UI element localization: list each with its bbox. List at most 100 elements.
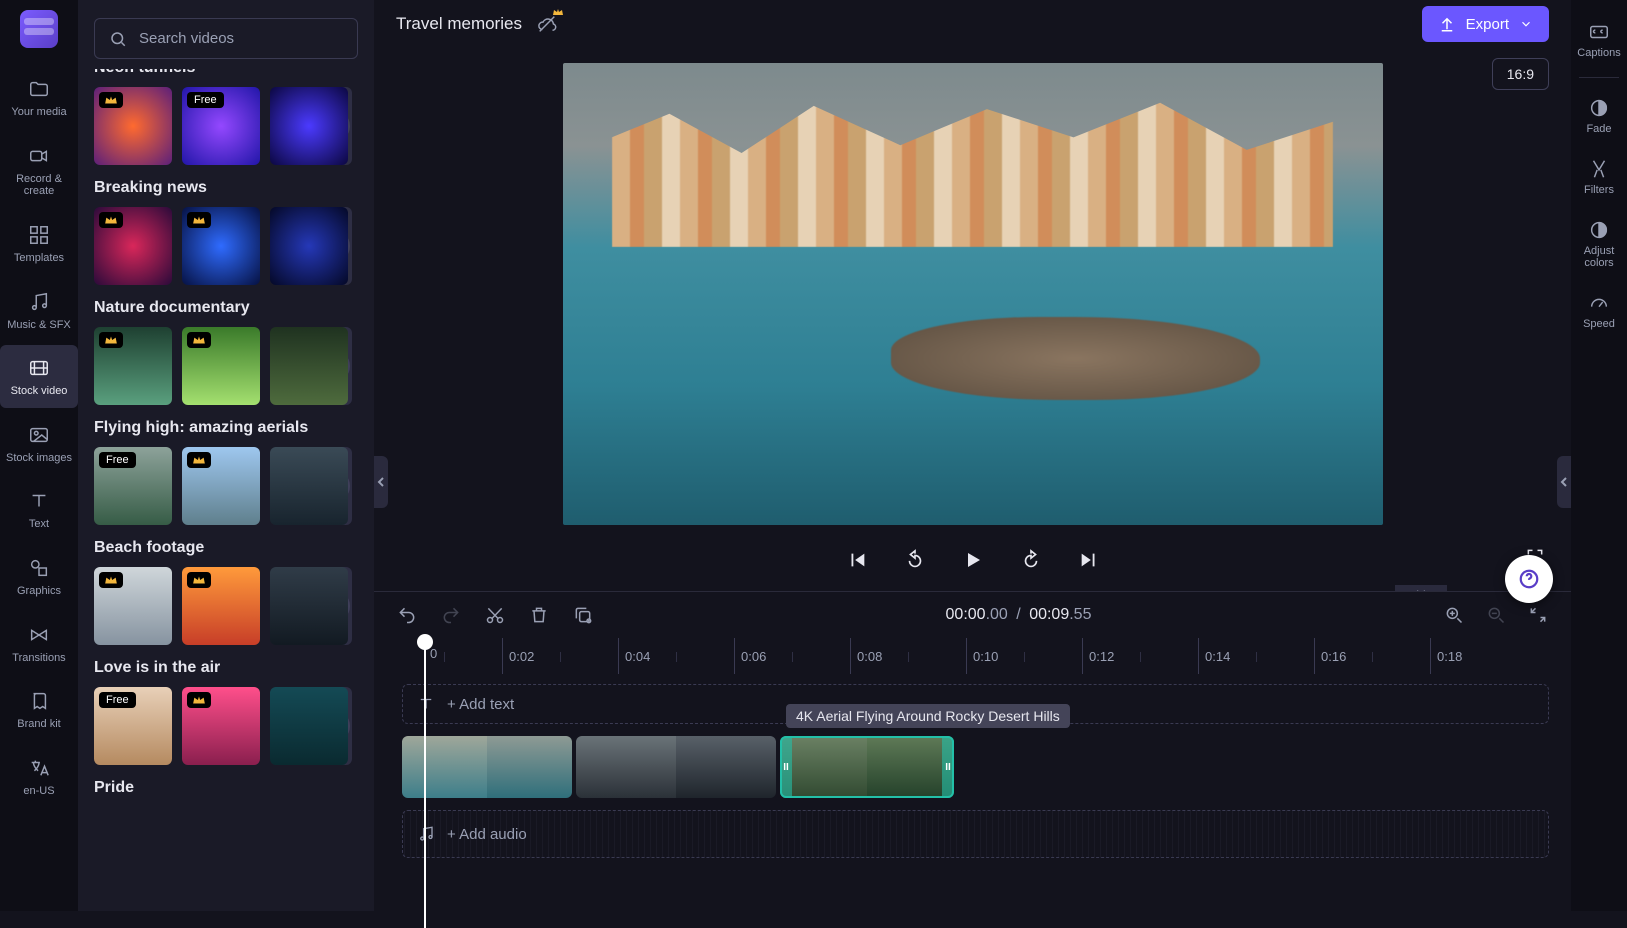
timecode-current-frac: .00 (986, 606, 1008, 623)
video-clip[interactable]: II II (780, 736, 954, 798)
video-thumbnail[interactable] (270, 207, 348, 285)
delete-button[interactable] (528, 604, 550, 626)
fade-button[interactable]: Fade (1571, 88, 1627, 143)
project-title[interactable]: Travel memories (396, 14, 522, 34)
nav-language[interactable]: en-US (0, 745, 78, 808)
redo-button[interactable] (440, 604, 462, 626)
nav-record-create[interactable]: Record & create (0, 133, 78, 208)
copy-button[interactable] (572, 604, 594, 626)
timeline-ruler[interactable]: 00:020:040:060:080:100:120:140:160:18 (402, 638, 1571, 674)
nav-music-sfx[interactable]: Music & SFX (0, 279, 78, 342)
nav-templates[interactable]: Templates (0, 212, 78, 275)
trim-handle-left[interactable]: II (780, 736, 792, 798)
speed-button[interactable]: Speed (1571, 283, 1627, 338)
preview-area: 16:9 (374, 48, 1571, 591)
nav-label: Record & create (2, 173, 76, 198)
nav-graphics[interactable]: Graphics (0, 545, 78, 608)
zoom-out-button[interactable] (1485, 604, 1507, 626)
video-thumbnail[interactable]: Free (94, 687, 172, 765)
nav-transitions[interactable]: Transitions (0, 612, 78, 675)
nav-your-media[interactable]: Your media (0, 66, 78, 129)
video-thumbnail[interactable] (94, 87, 172, 165)
ruler-major-tick: 0:14 (1198, 638, 1230, 674)
filters-button[interactable]: Filters (1571, 149, 1627, 204)
nav-label: Your media (11, 106, 66, 119)
adjust-colors-button[interactable]: Adjust colors (1571, 210, 1627, 277)
timeline-tracks: + Add text 4K Aerial Flying Around Rocky… (374, 674, 1571, 911)
cut-button[interactable] (484, 604, 506, 626)
video-thumbnail[interactable] (270, 87, 348, 165)
timeline-toolbar: 00:00.00 / 00:09.55 (374, 592, 1571, 638)
video-thumbnail[interactable] (94, 327, 172, 405)
category-title[interactable]: Breaking news (94, 179, 358, 197)
video-thumbnail[interactable] (94, 567, 172, 645)
ruler-minor-tick (792, 652, 793, 662)
rewind-button[interactable] (901, 546, 929, 574)
video-thumbnail[interactable] (270, 687, 348, 765)
nav-brand-kit[interactable]: Brand kit (0, 678, 78, 741)
category-title[interactable]: Flying high: amazing aerials (94, 419, 358, 437)
video-thumbnail[interactable]: Free (94, 447, 172, 525)
category-title[interactable]: Love is in the air (94, 659, 358, 677)
video-clip[interactable] (402, 736, 572, 798)
music-icon (26, 289, 52, 315)
video-thumbnail[interactable] (270, 567, 348, 645)
aspect-ratio-selector[interactable]: 16:9 (1492, 58, 1549, 90)
premium-badge-icon (187, 572, 211, 588)
expand-right-rail-button[interactable] (1557, 456, 1571, 508)
nav-rail: Your media Record & create Templates Mus… (0, 0, 78, 911)
ruler-major-tick: 0:18 (1430, 638, 1462, 674)
category-title[interactable]: Beach footage (94, 539, 358, 557)
nav-stock-images[interactable]: Stock images (0, 412, 78, 475)
captions-button[interactable]: Captions (1571, 12, 1627, 67)
skip-start-button[interactable] (843, 546, 871, 574)
preview-frame[interactable] (563, 63, 1383, 525)
category-title[interactable]: Neon tunnels (94, 69, 358, 77)
category-title[interactable]: Pride (94, 779, 358, 797)
video-thumbnail[interactable] (270, 447, 348, 525)
nav-label: Brand kit (17, 718, 60, 731)
video-thumbnail[interactable] (182, 327, 260, 405)
video-thumbnail[interactable] (182, 687, 260, 765)
contrast-icon (1587, 218, 1611, 242)
nav-stock-video[interactable]: Stock video (0, 345, 78, 408)
skip-end-button[interactable] (1075, 546, 1103, 574)
premium-badge-icon (99, 572, 123, 588)
nav-text[interactable]: Text (0, 478, 78, 541)
rail-label: Captions (1577, 47, 1620, 59)
playhead[interactable] (424, 638, 426, 928)
forward-button[interactable] (1017, 546, 1045, 574)
video-thumbnail[interactable]: Free (182, 87, 260, 165)
app-logo[interactable] (20, 10, 58, 48)
library-scroll[interactable]: Neon tunnels Free Breaking news Nature docu… (94, 69, 368, 911)
video-thumbnail[interactable] (182, 447, 260, 525)
video-thumbnail[interactable] (270, 327, 348, 405)
video-thumbnail[interactable] (182, 207, 260, 285)
ruler-major-tick: 0:06 (734, 638, 766, 674)
search-field[interactable] (94, 18, 358, 59)
premium-badge-icon (187, 452, 211, 468)
video-thumbnail[interactable] (182, 567, 260, 645)
search-input[interactable] (137, 29, 343, 48)
timeline: 00:00.00 / 00:09.55 00:020:040:060:080:1… (374, 591, 1571, 911)
right-rail: Captions Fade Filters Adjust colors Spee… (1571, 0, 1627, 911)
player-controls (374, 529, 1571, 591)
zoom-in-button[interactable] (1443, 604, 1465, 626)
video-track[interactable]: 4K Aerial Flying Around Rocky Desert Hil… (402, 736, 1549, 798)
help-button[interactable] (1505, 555, 1553, 603)
category-title[interactable]: Nature documentary (94, 299, 358, 317)
trim-handle-right[interactable]: II (942, 736, 954, 798)
upload-icon (1438, 15, 1456, 33)
captions-icon (1587, 20, 1611, 44)
premium-badge-icon (99, 332, 123, 348)
text-icon (26, 488, 52, 514)
video-clip[interactable] (576, 736, 776, 798)
audio-track[interactable]: + Add audio (402, 810, 1549, 858)
export-button[interactable]: Export (1422, 6, 1549, 42)
video-thumbnail[interactable] (94, 207, 172, 285)
cloud-sync-icon[interactable] (536, 13, 558, 35)
undo-button[interactable] (396, 604, 418, 626)
rail-label: Fade (1586, 123, 1611, 135)
play-button[interactable] (959, 546, 987, 574)
fit-timeline-button[interactable] (1527, 604, 1549, 626)
